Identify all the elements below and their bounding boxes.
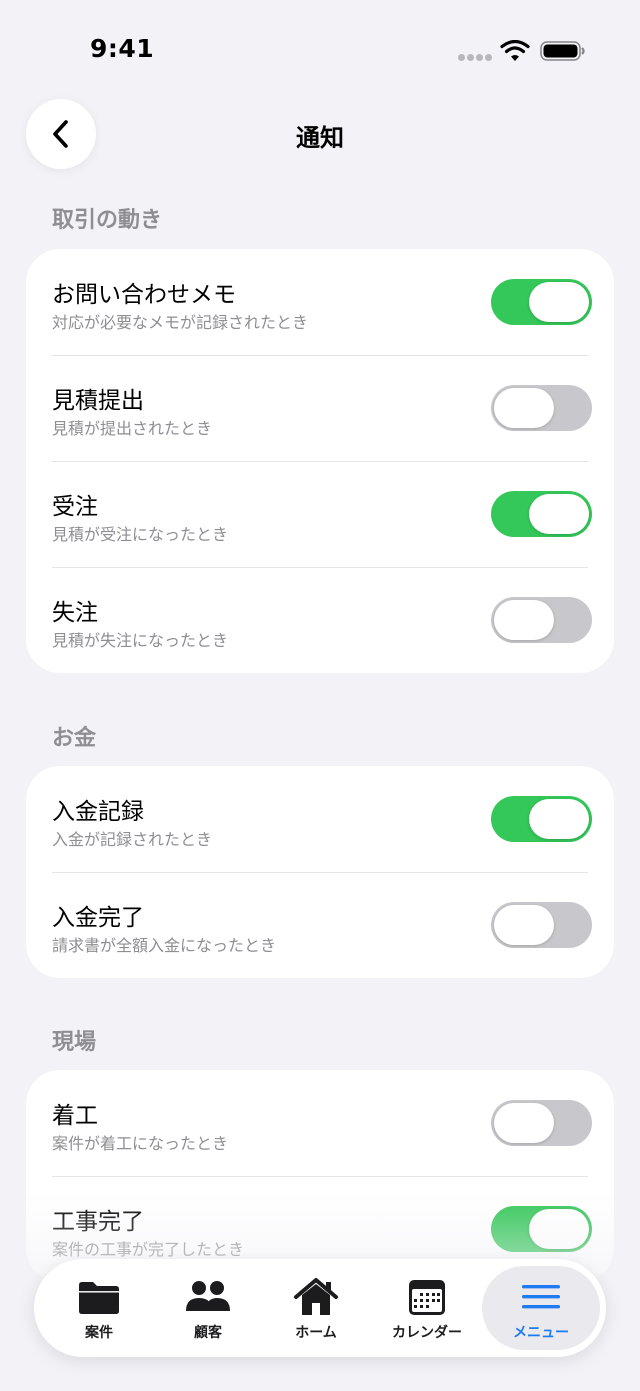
notification-row-order-lost: 失注 見積が失注になったとき — [26, 567, 614, 673]
row-title: 入金完了 — [52, 905, 144, 931]
row-title: 失注 — [52, 600, 98, 626]
tab-calendar[interactable]: カレンダー — [370, 1259, 484, 1357]
toggle-knob — [529, 494, 589, 534]
row-subtitle: 案件の工事が完了したとき — [52, 1240, 245, 1259]
row-title: 見積提出 — [52, 388, 144, 414]
tab-menu[interactable]: メニュー — [482, 1266, 600, 1350]
row-title: 入金記録 — [52, 799, 144, 825]
tab-home[interactable]: ホーム — [262, 1259, 370, 1357]
toggle-knob — [494, 905, 554, 945]
cellular-signal-icon — [458, 54, 492, 62]
row-title: 受注 — [52, 494, 98, 520]
section-header-trading: 取引の動き — [52, 208, 163, 233]
toggle-knob — [529, 799, 589, 839]
calendar-icon — [409, 1280, 445, 1315]
settings-card-money: 入金記録 入金が記録されたとき 入金完了 請求書が全額入金になったとき — [26, 766, 614, 978]
row-subtitle: 対応が必要なメモが記録されたとき — [52, 313, 309, 332]
notification-row-payment-recorded: 入金記録 入金が記録されたとき — [26, 766, 614, 872]
row-subtitle: 見積が提出されたとき — [52, 419, 213, 438]
row-subtitle: 見積が失注になったとき — [52, 631, 229, 650]
tab-customers[interactable]: 顧客 — [154, 1259, 262, 1357]
section-header-site: 現場 — [52, 1030, 97, 1055]
row-subtitle: 見積が受注になったとき — [52, 525, 229, 544]
tab-bar: 案件 顧客 ホーム カレンダー メニュー — [34, 1259, 606, 1357]
people-icon — [186, 1281, 230, 1311]
notification-row-construction-start: 着工 案件が着工になったとき — [26, 1070, 614, 1176]
payment-completed-toggle[interactable] — [491, 902, 592, 948]
row-title: 着工 — [52, 1103, 98, 1129]
order-lost-toggle[interactable] — [491, 597, 592, 643]
toggle-knob — [494, 388, 554, 428]
order-received-toggle[interactable] — [491, 491, 592, 537]
tab-label: カレンダー — [392, 1325, 462, 1341]
estimate-submitted-toggle[interactable] — [491, 385, 592, 431]
row-subtitle: 入金が記録されたとき — [52, 830, 213, 849]
notification-row-inquiry-memo: お問い合わせメモ 対応が必要なメモが記録されたとき — [26, 249, 614, 355]
row-title: 工事完了 — [52, 1209, 144, 1235]
row-subtitle: 案件が着工になったとき — [52, 1134, 229, 1153]
notification-row-estimate-submitted: 見積提出 見積が提出されたとき — [26, 355, 614, 461]
settings-card-trading: お問い合わせメモ 対応が必要なメモが記録されたとき 見積提出 見積が提出されたと… — [26, 249, 614, 673]
tab-label: 案件 — [85, 1325, 113, 1341]
construction-start-toggle[interactable] — [491, 1100, 592, 1146]
toggle-knob — [494, 1103, 554, 1143]
wifi-icon — [500, 40, 530, 61]
page-title: 通知 — [296, 124, 344, 152]
section-header-money: お金 — [52, 726, 97, 751]
settings-card-site: 着工 案件が着工になったとき 工事完了 案件の工事が完了したとき — [26, 1070, 614, 1282]
row-subtitle: 請求書が全額入金になったとき — [52, 936, 277, 955]
toggle-knob — [494, 600, 554, 640]
house-icon — [294, 1278, 338, 1315]
tab-label: 顧客 — [194, 1325, 222, 1341]
notification-row-payment-completed: 入金完了 請求書が全額入金になったとき — [26, 872, 614, 978]
toggle-knob — [529, 1209, 589, 1249]
payment-recorded-toggle[interactable] — [491, 796, 592, 842]
battery-icon — [540, 41, 585, 61]
status-time: 9:41 — [90, 34, 155, 63]
construction-complete-toggle[interactable] — [491, 1206, 592, 1252]
notification-row-order-received: 受注 見積が受注になったとき — [26, 461, 614, 567]
menu-icon — [522, 1285, 560, 1309]
folder-icon — [79, 1282, 119, 1314]
tab-projects[interactable]: 案件 — [44, 1259, 154, 1357]
tab-label: ホーム — [295, 1325, 337, 1341]
tab-label: メニュー — [513, 1325, 569, 1341]
status-bar: 9:41 — [0, 0, 640, 100]
toggle-knob — [529, 282, 589, 322]
inquiry-memo-toggle[interactable] — [491, 279, 592, 325]
row-title: お問い合わせメモ — [52, 282, 236, 308]
